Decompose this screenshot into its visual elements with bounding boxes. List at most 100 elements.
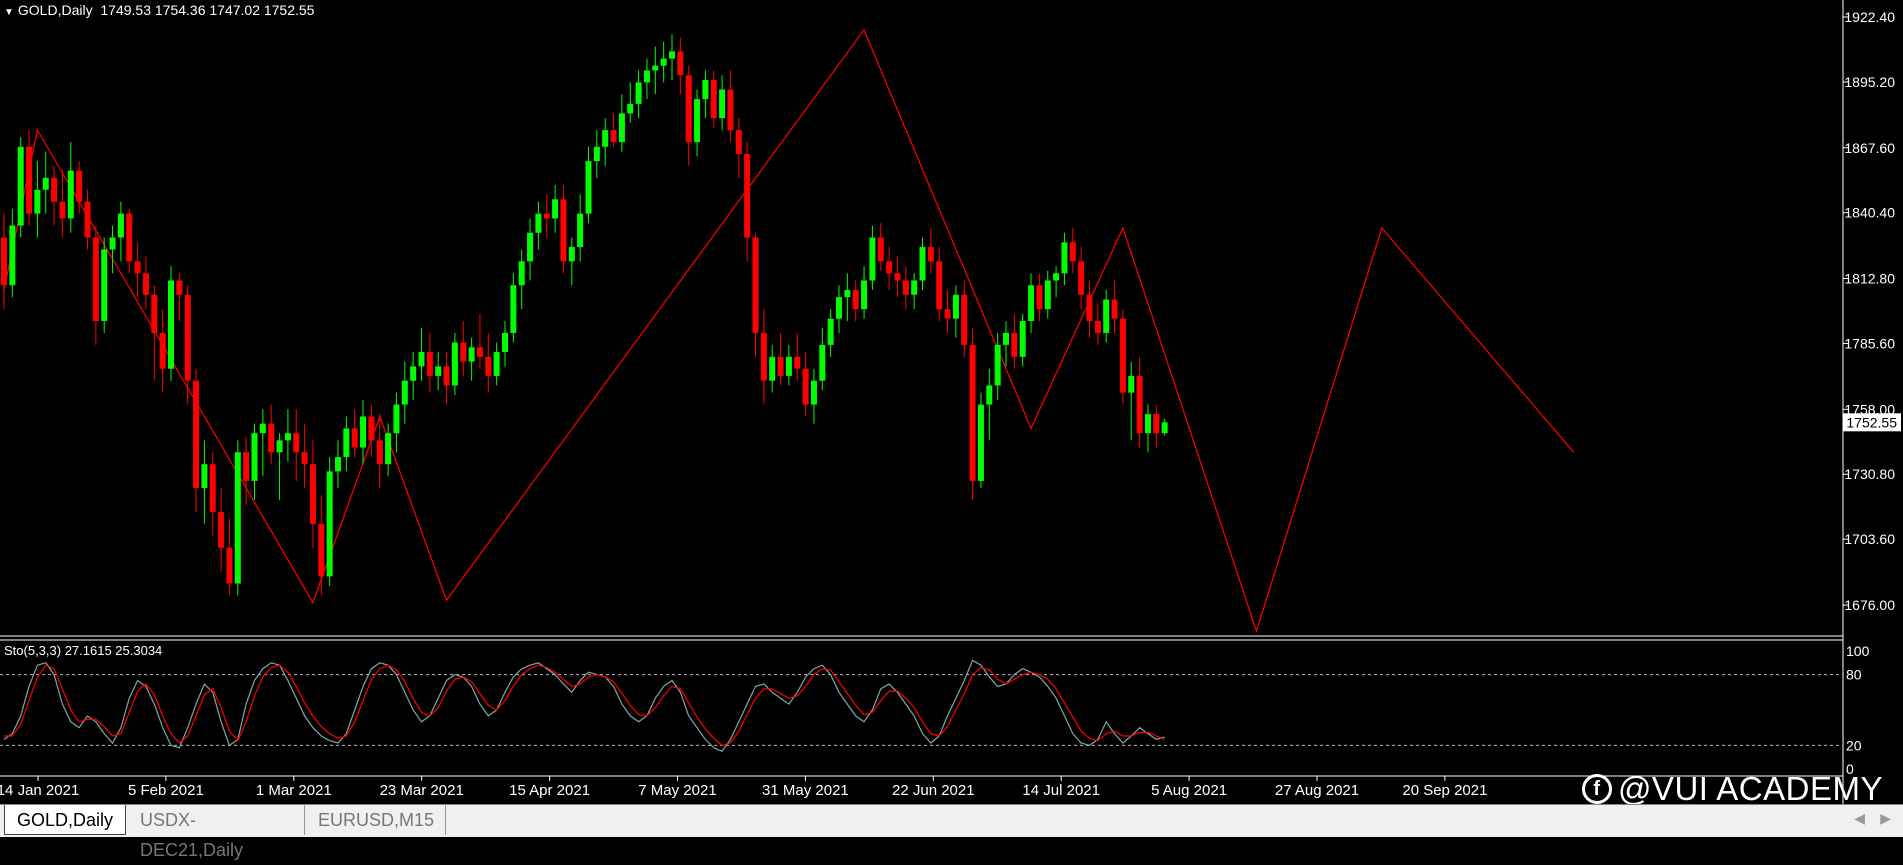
- stochastic-title: Sto(5,3,3) 27.1615 25.3034: [4, 643, 163, 658]
- tab-gold-daily[interactable]: GOLD,Daily: [4, 805, 126, 835]
- candle-body: [293, 433, 300, 453]
- candle-body: [59, 201, 66, 219]
- candle-body: [518, 261, 525, 286]
- candle-body: [126, 213, 133, 262]
- tab-usdx-dec21-daily[interactable]: USDX-DEC21,Daily: [128, 805, 305, 860]
- candle-body: [9, 225, 16, 286]
- candle-body: [852, 290, 859, 310]
- candle-body: [694, 99, 701, 143]
- candle-body: [76, 170, 83, 202]
- price-tick-label: 1922.40: [1844, 9, 1895, 25]
- candle-body: [577, 213, 584, 248]
- tab-scroll-left-icon[interactable]: ◀: [1854, 810, 1865, 827]
- candle-body: [702, 80, 709, 100]
- candle-body: [1, 237, 7, 286]
- candle-body: [259, 423, 266, 434]
- candle-body: [218, 511, 225, 548]
- candle-body: [485, 356, 492, 376]
- candle-body: [1086, 294, 1093, 322]
- candle-body: [326, 471, 333, 577]
- candle-body: [234, 452, 241, 584]
- candle-body: [493, 352, 500, 376]
- candle-body: [744, 153, 751, 238]
- candle-body: [585, 161, 592, 214]
- time-tick-label: 1 Mar 2021: [256, 782, 332, 799]
- candle-body: [760, 332, 767, 381]
- candle-body: [335, 457, 341, 472]
- candle-body: [593, 146, 600, 162]
- candle-body: [677, 51, 684, 76]
- candle-body: [510, 285, 517, 333]
- candle-body: [418, 352, 425, 367]
- time-tick-label: 20 Sep 2021: [1402, 782, 1487, 799]
- candle-body: [1011, 332, 1018, 357]
- price-tick-label: 1895.20: [1844, 74, 1895, 90]
- candle-body: [652, 65, 659, 71]
- tab-scroll-right-icon[interactable]: ▶: [1880, 810, 1891, 827]
- candle-body: [468, 347, 475, 362]
- candle-body: [42, 177, 49, 190]
- candle-body: [1119, 318, 1126, 393]
- candle-body: [142, 273, 149, 295]
- candle-body: [176, 280, 183, 295]
- candle-body: [794, 356, 801, 369]
- tab-eurusd-m15[interactable]: EURUSD,M15: [306, 805, 446, 835]
- candle-body: [426, 352, 433, 376]
- candle-body: [117, 213, 124, 238]
- candle-body: [669, 51, 675, 59]
- time-tick-label: 31 May 2021: [762, 782, 849, 799]
- candle-body: [92, 237, 99, 322]
- sto-level-label: 100: [1846, 643, 1870, 659]
- chart-area[interactable]: 1922.40 1895.20 1867.60 1840.40 1812.80 1785.…: [0, 0, 1903, 804]
- candle-body: [886, 261, 893, 274]
- candle-body: [610, 130, 617, 143]
- candle-body: [994, 344, 1001, 386]
- current-price-label: 1752.55: [1846, 414, 1897, 430]
- candle-body: [618, 113, 625, 143]
- price-tick-label: 1812.80: [1844, 271, 1895, 287]
- candle-body: [1153, 414, 1160, 434]
- watermark: f @VUI ACADEMY: [1581, 770, 1883, 808]
- candle-body: [1078, 261, 1085, 295]
- candle-body: [502, 332, 508, 353]
- candle-body: [844, 290, 851, 298]
- candle-body: [301, 452, 308, 465]
- candle-body: [201, 464, 208, 489]
- candle-body: [911, 280, 918, 295]
- candle-body: [393, 404, 400, 434]
- candle-body: [1061, 242, 1068, 274]
- candle-body: [159, 332, 166, 369]
- time-tick-label: 23 Mar 2021: [380, 782, 464, 799]
- candle-body: [51, 177, 58, 202]
- candle-body: [810, 380, 817, 405]
- candle-body: [451, 342, 458, 386]
- candle-body: [1019, 321, 1026, 357]
- candle-body: [351, 428, 358, 448]
- candle-body: [168, 280, 174, 369]
- candle-body: [101, 249, 108, 322]
- collapse-triangle-icon[interactable]: ▼: [4, 7, 14, 18]
- candle-body: [193, 380, 200, 489]
- candle-body: [376, 440, 383, 465]
- candle-body: [1128, 375, 1135, 393]
- candle-body: [1111, 299, 1118, 319]
- candle-body: [251, 433, 258, 481]
- candle-body: [134, 261, 141, 274]
- time-tick-label: 7 May 2021: [638, 782, 716, 799]
- candle-body: [1069, 242, 1076, 262]
- candle-body: [1036, 285, 1043, 310]
- price-tick-label: 1676.00: [1844, 597, 1895, 613]
- candle-body: [952, 294, 959, 319]
- candle-body: [719, 89, 726, 119]
- candle-body: [1103, 299, 1110, 333]
- candle-body: [1003, 332, 1009, 345]
- candle-body: [685, 75, 692, 143]
- price-tick-label: 1840.40: [1844, 205, 1895, 221]
- candle-body: [543, 213, 550, 219]
- candle-body: [284, 433, 291, 441]
- candle-body: [861, 280, 868, 310]
- price-tick-label: 1785.60: [1844, 335, 1895, 351]
- candle-body: [785, 356, 792, 376]
- candle-body: [710, 80, 717, 119]
- candle-body: [944, 309, 951, 319]
